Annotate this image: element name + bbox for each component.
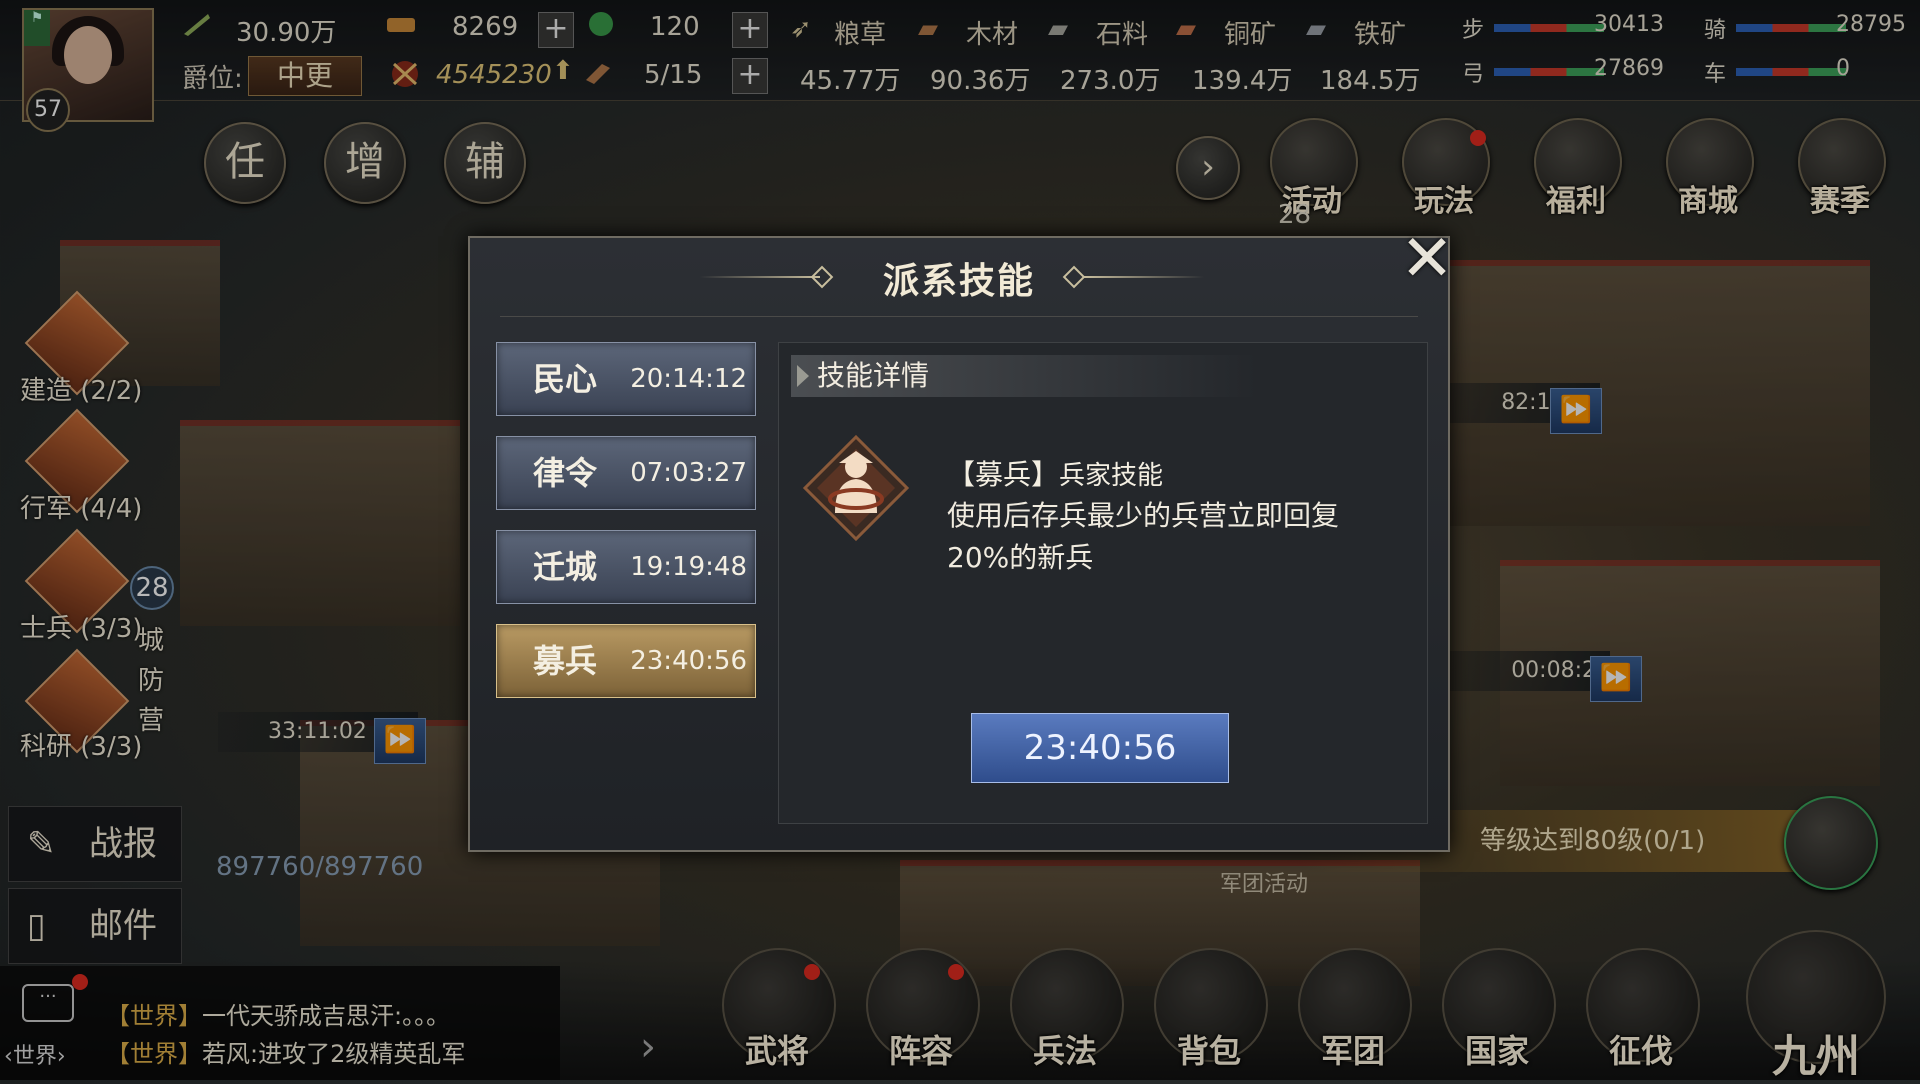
skill-category: 兵家技能 xyxy=(1059,461,1164,491)
tab-name: 迁城 xyxy=(533,548,598,586)
tab-name: 律令 xyxy=(533,454,598,492)
tab-skill-mubing[interactable]: 募兵 23:40:56 xyxy=(496,624,756,698)
skill-title: 【募兵】兵家技能 xyxy=(947,453,1163,493)
dialog-title: 派系技能 xyxy=(882,261,1035,302)
tab-cooldown: 19:19:48 xyxy=(630,552,747,582)
detail-header: 技能详情 xyxy=(791,355,1257,397)
skill-name: 【募兵】 xyxy=(947,458,1060,491)
faction-skill-dialog: 派系技能 ✕ 民心 20:14:12 律令 07:03:27 迁城 19:19:… xyxy=(468,224,1454,852)
skill-cooldown-button[interactable]: 23:40:56 xyxy=(971,713,1229,783)
close-icon[interactable]: ✕ xyxy=(1392,224,1462,294)
tab-name: 民心 xyxy=(533,360,598,398)
tab-skill-minxin[interactable]: 民心 20:14:12 xyxy=(496,342,756,416)
tab-cooldown: 23:40:56 xyxy=(630,646,747,676)
tab-name: 募兵 xyxy=(533,642,598,680)
skill-detail-panel: 技能详情 【募兵】兵家技能 使用后存兵最少的兵营立即回复20%的新兵 23:40… xyxy=(778,342,1428,824)
recruit-skill-icon xyxy=(801,433,911,543)
tab-skill-luling[interactable]: 律令 07:03:27 xyxy=(496,436,756,510)
tab-cooldown: 20:14:12 xyxy=(630,364,747,394)
tab-skill-qiancheng[interactable]: 迁城 19:19:48 xyxy=(496,530,756,604)
tab-cooldown: 07:03:27 xyxy=(630,458,747,488)
skill-description: 使用后存兵最少的兵营立即回复20%的新兵 xyxy=(947,499,1340,574)
